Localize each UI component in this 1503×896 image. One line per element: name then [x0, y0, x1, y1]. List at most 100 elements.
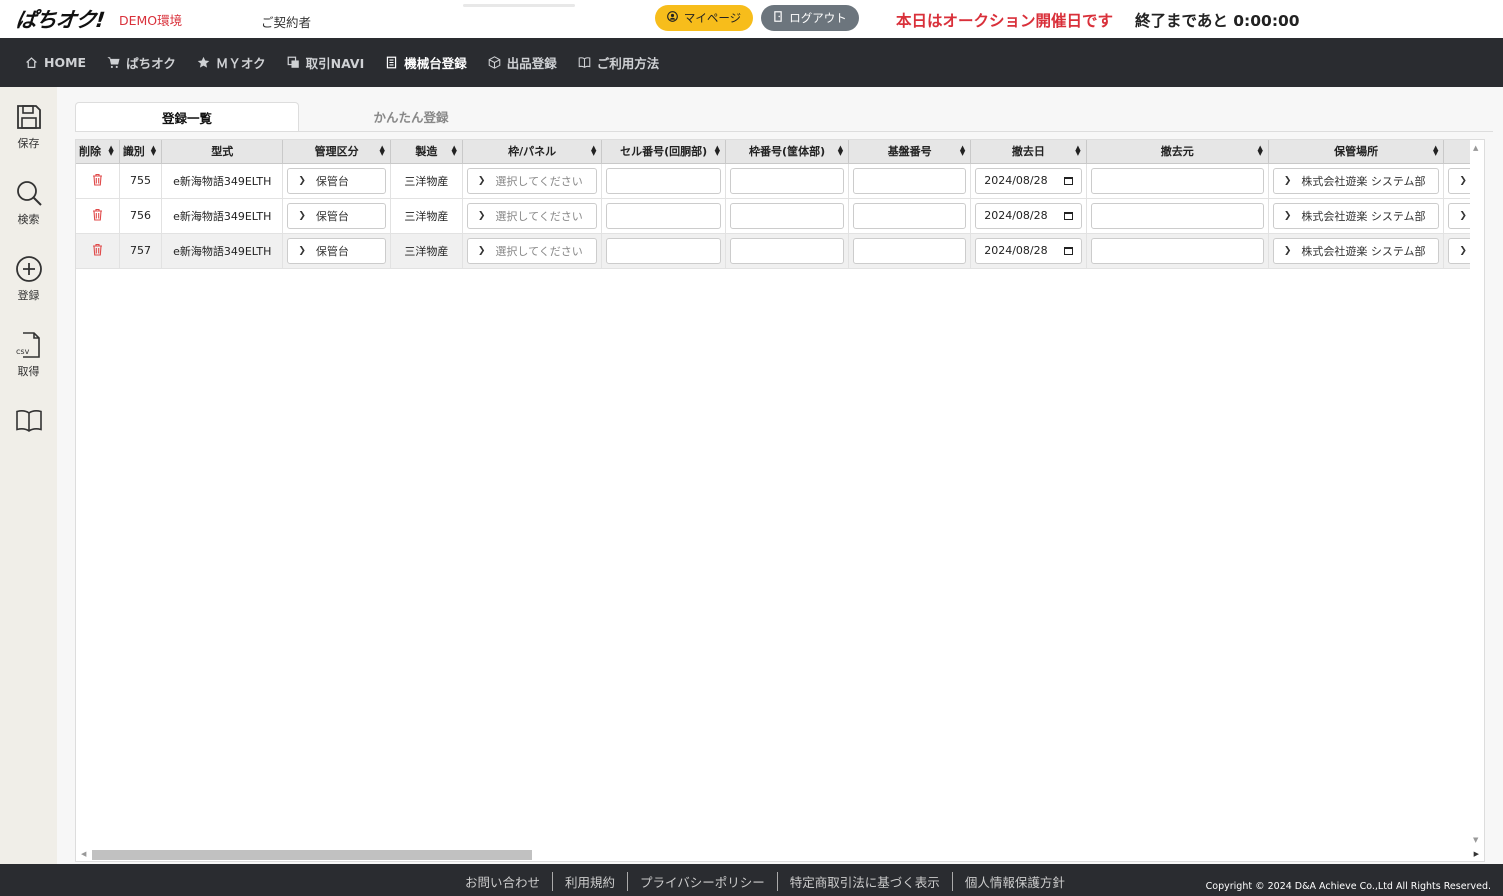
csv-download-button[interactable]: csv 取得	[0, 331, 57, 379]
logout-label: ログアウト	[789, 11, 847, 25]
frame-number-input[interactable]	[729, 202, 845, 229]
nav-pachioku[interactable]: ぱちオク	[107, 53, 176, 72]
calendar-icon[interactable]	[1063, 246, 1073, 255]
trash-icon[interactable]	[92, 243, 103, 259]
footer-link-contact[interactable]: お問い合わせ	[453, 872, 554, 891]
col-header-delete[interactable]: 削除 ▲ ▼	[76, 140, 120, 164]
col-header-label: 型式	[211, 145, 234, 159]
delete-cell	[76, 163, 120, 199]
storage-select[interactable]: ❯ 株式会社遊楽 システム部	[1272, 202, 1440, 229]
col-header-removal-date[interactable]: 撤去日 ▲ ▼	[970, 140, 1087, 164]
scroll-right-arrow[interactable]: ▶	[1474, 850, 1479, 858]
footer-link-privacy[interactable]: プライバシーポリシー	[628, 872, 778, 891]
manual-button[interactable]	[0, 407, 57, 435]
calendar-icon[interactable]	[1063, 176, 1073, 185]
col-header-board-number[interactable]: 基盤番号 ▲ ▼	[848, 140, 972, 164]
nav-usage-guide[interactable]: ご利用方法	[578, 53, 660, 72]
removal-date-input[interactable]: 2024/08/28	[975, 202, 1082, 229]
frame-panel-select[interactable]: ❯ 選択してください	[466, 202, 598, 229]
delete-cell	[76, 233, 120, 269]
col-header-label: 削除	[79, 145, 101, 159]
category-select[interactable]: ❯ 保管台	[287, 237, 386, 264]
frame-panel-select[interactable]: ❯ 選択してください	[466, 167, 598, 194]
logout-button[interactable]: ログアウト	[761, 5, 859, 31]
storage-select[interactable]: ❯ 株式会社遊楽 システム部	[1272, 237, 1440, 264]
cell-number-input[interactable]	[606, 167, 721, 194]
removal-date-input[interactable]: 2024/08/28	[975, 167, 1082, 194]
main-content: 登録一覧 かんたん登録 削除 ▲ ▼ 識別 ▲ ▼ 型式 管理区分 ▲ ▼ 製造 ▲ ▼ 枠/パ…	[57, 87, 1503, 864]
storage-value: 株式会社遊楽 システム部	[1301, 244, 1426, 258]
footer-link-terms[interactable]: 利用規約	[553, 872, 629, 891]
tab-bar: 登録一覧 かんたん登録	[75, 102, 523, 131]
col-header-maker[interactable]: 製造 ▲ ▼	[390, 140, 463, 164]
horizontal-scrollbar[interactable]: ◀ ▶	[75, 848, 1485, 862]
sort-icon: ▲ ▼	[837, 144, 844, 157]
removal-date-value: 2024/08/28	[984, 244, 1048, 257]
storage-select[interactable]: ❯ 株式会社遊楽 システム部	[1272, 167, 1440, 194]
col-header-cell-number[interactable]: セル番号(回胴部) ▲ ▼	[601, 140, 726, 164]
nav-myoku[interactable]: ＭＹオク	[197, 53, 266, 72]
removal-date-input[interactable]: 2024/08/28	[975, 237, 1082, 264]
cell-number-input[interactable]	[606, 202, 721, 229]
col-header-model[interactable]: 型式	[161, 140, 284, 164]
trash-icon[interactable]	[92, 208, 103, 224]
nav-home[interactable]: HOME	[25, 55, 86, 70]
col-header-frame-panel[interactable]: 枠/パネル ▲ ▼	[462, 140, 603, 164]
search-button[interactable]: 検索	[0, 179, 57, 227]
door-icon	[773, 11, 783, 25]
frame-panel-select[interactable]: ❯ 選択してください	[466, 237, 598, 264]
sort-icon: ▲ ▼	[451, 144, 457, 157]
board-number-input[interactable]	[853, 202, 967, 229]
tab-easy-register[interactable]: かんたん登録	[299, 102, 523, 131]
col-header-frame-number[interactable]: 枠番号(筐体部) ▲ ▼	[725, 140, 850, 164]
mypage-button[interactable]: マイページ	[655, 5, 753, 31]
board-number-input[interactable]	[853, 237, 967, 264]
col-header-id[interactable]: 識別 ▲ ▼	[119, 140, 163, 164]
nav-pachioku-label: ぱちオク	[126, 56, 176, 71]
site-logo[interactable]: ぱちオク!	[14, 4, 106, 34]
footer-link-personal-info[interactable]: 個人情報保護方針	[953, 872, 1077, 891]
nav-torihiki[interactable]: 取引NAVI	[287, 53, 364, 72]
save-button[interactable]: 保存	[0, 103, 57, 151]
removal-date-cell: 2024/08/28	[970, 198, 1087, 234]
board-number-cell	[848, 163, 972, 199]
frame-cell: ❯ 選択してください	[462, 233, 603, 269]
countdown-time: 0:00:00	[1233, 12, 1300, 30]
nav-machine-register[interactable]: 機械台登録	[385, 53, 467, 72]
model-cell: e新海物語349ELTH	[161, 233, 284, 269]
left-sidebar: 保存 検索 登録 csv 取得	[0, 87, 57, 864]
home-icon	[26, 57, 37, 68]
tab-registered-list[interactable]: 登録一覧	[75, 102, 299, 131]
removal-source-input[interactable]	[1090, 167, 1264, 194]
trash-icon[interactable]	[92, 173, 103, 189]
vertical-scrollbar[interactable]: ▲ ▼	[1470, 140, 1484, 848]
calendar-icon[interactable]	[1063, 211, 1073, 220]
footer-link-tokushoho[interactable]: 特定商取引法に基づく表示	[778, 872, 953, 891]
scroll-up-arrow[interactable]: ▲	[1473, 144, 1478, 152]
category-select[interactable]: ❯ 保管台	[287, 202, 386, 229]
scrollbar-thumb[interactable]	[92, 850, 532, 860]
nav-listing-register[interactable]: 出品登録	[488, 53, 557, 72]
board-number-input[interactable]	[853, 167, 967, 194]
scroll-left-arrow[interactable]: ◀	[81, 850, 86, 858]
col-header-removal-source[interactable]: 撤去元 ▲ ▼	[1086, 140, 1269, 164]
frame-number-input[interactable]	[729, 167, 845, 194]
board-number-cell	[848, 198, 972, 234]
nav-machine-register-label: 機械台登録	[404, 56, 467, 71]
nav-usage-guide-label: ご利用方法	[596, 56, 660, 71]
scroll-down-arrow[interactable]: ▼	[1473, 836, 1478, 844]
register-button[interactable]: 登録	[0, 255, 57, 303]
removal-source-input[interactable]	[1090, 237, 1264, 264]
col-header-label: 保管場所	[1334, 145, 1379, 159]
table-row: 756 e新海物語349ELTH ❯ 保管台 三洋物産 ❯ 選択してください 202…	[76, 198, 1484, 234]
category-select[interactable]: ❯ 保管台	[287, 167, 386, 194]
removal-source-input[interactable]	[1090, 202, 1264, 229]
col-header-category[interactable]: 管理区分 ▲ ▼	[282, 140, 391, 164]
frame-number-input[interactable]	[729, 237, 845, 264]
col-header-storage[interactable]: 保管場所 ▲ ▼	[1268, 140, 1445, 164]
mypage-label: マイページ	[683, 11, 742, 25]
tab-divider	[75, 131, 1493, 132]
cell-number-input[interactable]	[606, 237, 721, 264]
cell-number-cell	[601, 198, 726, 234]
main-nav: HOME ぱちオク ＭＹオク 取引NAVI 機械台登録 出品登録 ご利用方法	[0, 38, 1503, 87]
